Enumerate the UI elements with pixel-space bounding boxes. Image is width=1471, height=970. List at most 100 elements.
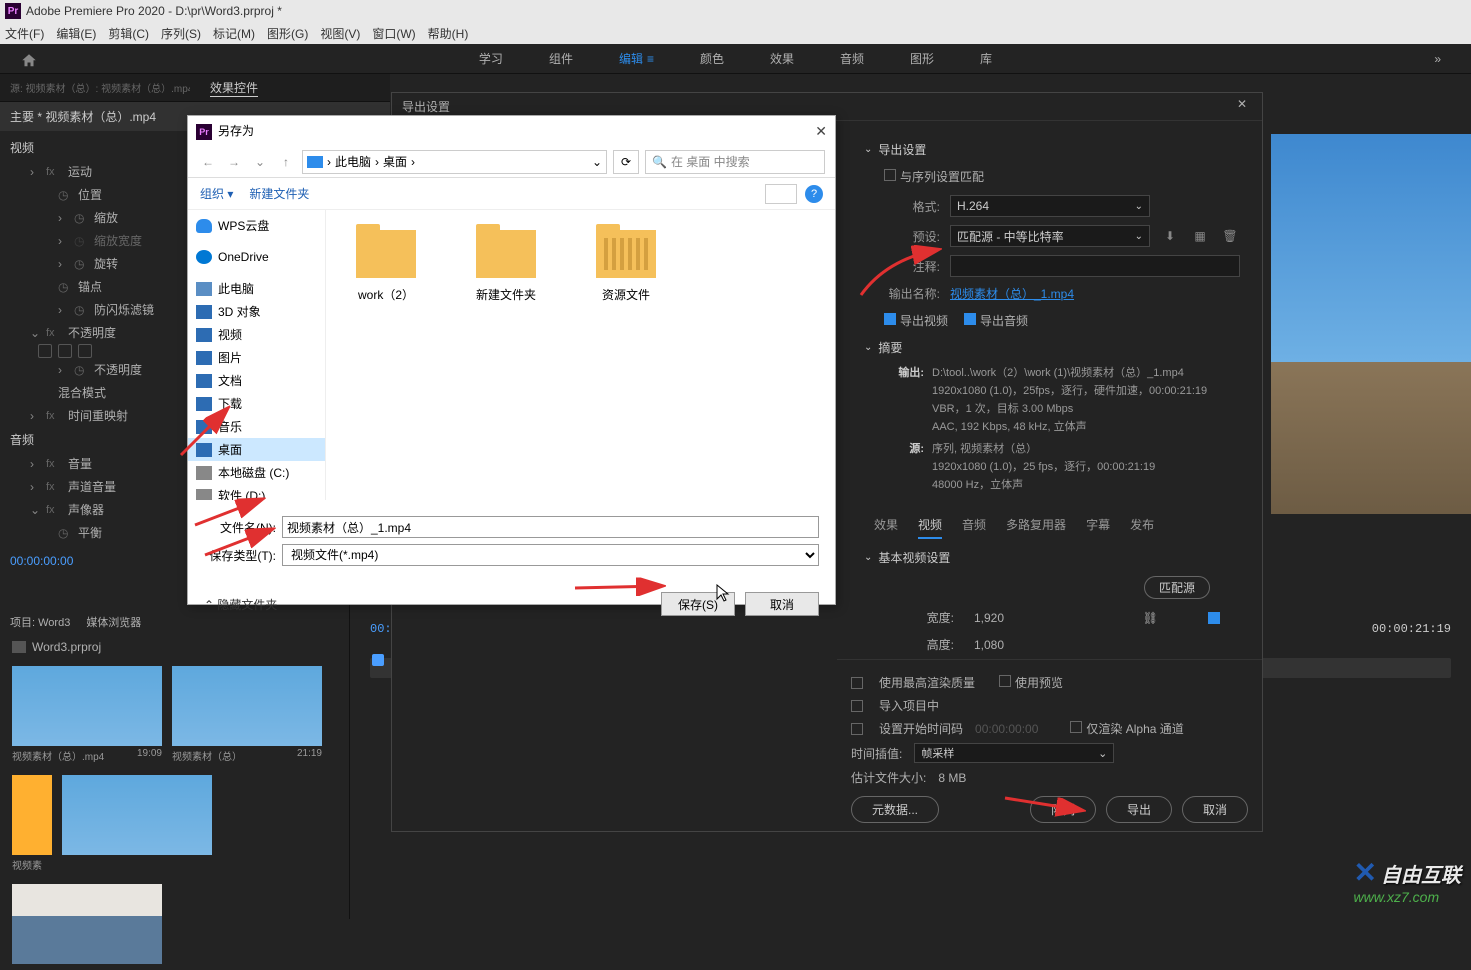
- effect-channel-volume[interactable]: 声道音量: [68, 478, 116, 495]
- effect-time-remap[interactable]: 时间重映射: [68, 407, 128, 424]
- tree-music[interactable]: 音乐: [188, 415, 325, 438]
- refresh-button[interactable]: ⟳: [613, 150, 639, 174]
- menu-window[interactable]: 窗口(W): [372, 25, 415, 42]
- media-browser-tab[interactable]: 媒体浏览器: [86, 614, 141, 630]
- clip-thumb-2[interactable]: 视频素: [12, 775, 52, 874]
- prop-antiflicker[interactable]: 防闪烁滤镜: [94, 301, 154, 318]
- max-render-checkbox[interactable]: [851, 677, 863, 689]
- filetype-select[interactable]: 视频文件(*.mp4): [282, 544, 819, 566]
- nav-up-icon[interactable]: ↑: [276, 152, 296, 172]
- export-audio-checkbox[interactable]: [964, 313, 976, 325]
- ws-tab-assembly[interactable]: 组件: [541, 50, 581, 67]
- output-name-link[interactable]: 视频素材（总）_1.mp4: [950, 285, 1074, 302]
- tree-downloads[interactable]: 下载: [188, 392, 325, 415]
- tree-pictures[interactable]: 图片: [188, 346, 325, 369]
- export-button[interactable]: 导出: [1106, 796, 1172, 823]
- comment-input[interactable]: [950, 255, 1240, 277]
- prop-scale-width[interactable]: 缩放宽度: [94, 232, 142, 249]
- export-tab-captions[interactable]: 字幕: [1086, 512, 1110, 539]
- prop-blend-mode[interactable]: 混合模式: [58, 384, 106, 401]
- nav-forward-icon[interactable]: →: [224, 152, 244, 172]
- export-video-checkbox[interactable]: [884, 313, 896, 325]
- view-button[interactable]: [765, 184, 797, 204]
- tree-videos[interactable]: 视频: [188, 323, 325, 346]
- render-alpha-checkbox[interactable]: [1070, 721, 1082, 733]
- effect-motion[interactable]: 运动: [68, 163, 92, 180]
- new-folder-button[interactable]: 新建文件夹: [249, 185, 309, 202]
- ws-tab-editing[interactable]: 编辑: [611, 50, 662, 67]
- link-icon[interactable]: ⛓: [1143, 611, 1158, 625]
- export-cancel-button[interactable]: 取消: [1182, 796, 1248, 823]
- menu-help[interactable]: 帮助(H): [428, 25, 469, 42]
- prop-balance[interactable]: 平衡: [78, 524, 102, 541]
- metadata-button[interactable]: 元数据...: [851, 796, 939, 823]
- tree-desktop[interactable]: 桌面: [188, 438, 325, 461]
- tree-drive-c[interactable]: 本地磁盘 (C:): [188, 461, 325, 484]
- mask-ellipse-icon[interactable]: [38, 344, 52, 358]
- folder-item-0[interactable]: work（2）: [346, 230, 426, 303]
- export-tab-multiplexer[interactable]: 多路复用器: [1006, 512, 1066, 539]
- match-sequence-checkbox[interactable]: [884, 169, 896, 181]
- tree-wps[interactable]: WPS云盘: [188, 214, 325, 237]
- clip-thumb-1[interactable]: 视频素材（总）21:19: [172, 666, 322, 765]
- help-button[interactable]: ?: [805, 185, 823, 203]
- clip-thumb-4[interactable]: [12, 884, 162, 964]
- import-project-checkbox[interactable]: [851, 700, 863, 712]
- clip-thumb-3[interactable]: [62, 775, 212, 874]
- time-interp-select[interactable]: 帧采样⌄: [914, 743, 1114, 763]
- filename-input[interactable]: [282, 516, 819, 538]
- playhead[interactable]: [372, 654, 384, 666]
- effect-opacity[interactable]: 不透明度: [68, 324, 116, 341]
- menu-graphics[interactable]: 图形(G): [267, 25, 308, 42]
- width-value[interactable]: 1,920: [974, 611, 1004, 625]
- search-input[interactable]: 🔍 在 桌面 中搜索: [645, 150, 825, 174]
- prop-anchor[interactable]: 锚点: [78, 278, 102, 295]
- breadcrumb-1[interactable]: 桌面: [383, 153, 407, 170]
- width-match-checkbox[interactable]: [1208, 612, 1220, 624]
- export-tab-effects[interactable]: 效果: [874, 512, 898, 539]
- preset-select[interactable]: 匹配源 - 中等比特率⌄: [950, 225, 1150, 247]
- save-cancel-button[interactable]: 取消: [745, 592, 819, 616]
- menu-clip[interactable]: 剪辑(C): [108, 25, 149, 42]
- ws-tab-audio[interactable]: 音频: [832, 50, 872, 67]
- folder-item-1[interactable]: 新建文件夹: [466, 230, 546, 303]
- ws-tab-color[interactable]: 颜色: [692, 50, 732, 67]
- export-tab-audio[interactable]: 音频: [962, 512, 986, 539]
- project-tab[interactable]: 项目: Word3: [10, 614, 70, 630]
- menu-view[interactable]: 视图(V): [320, 25, 360, 42]
- effect-volume[interactable]: 音量: [68, 455, 92, 472]
- mask-rect-icon[interactable]: [58, 344, 72, 358]
- preset-import-icon[interactable]: ⬇: [1160, 226, 1180, 246]
- tree-onedrive[interactable]: OneDrive: [188, 247, 325, 267]
- use-preview-checkbox[interactable]: [999, 675, 1011, 687]
- hide-folders-button[interactable]: ⌃ 隐藏文件夹: [204, 596, 277, 613]
- tree-3d[interactable]: 3D 对象: [188, 300, 325, 323]
- ws-tab-learn[interactable]: 学习: [471, 50, 511, 67]
- tree-drive-d[interactable]: 软件 (D:): [188, 484, 325, 500]
- ws-tab-libraries[interactable]: 库: [972, 50, 1000, 67]
- home-icon[interactable]: [18, 52, 40, 70]
- address-bar[interactable]: ›此电脑 ›桌面 › ⌄: [302, 150, 607, 174]
- mask-pen-icon[interactable]: [78, 344, 92, 358]
- file-list[interactable]: work（2） 新建文件夹 资源文件: [326, 210, 835, 500]
- match-source-button[interactable]: 匹配源: [1144, 576, 1210, 599]
- effect-controls-tab[interactable]: 效果控件: [210, 79, 258, 97]
- format-select[interactable]: H.264⌄: [950, 195, 1150, 217]
- export-tab-video[interactable]: 视频: [918, 512, 942, 539]
- tree-documents[interactable]: 文档: [188, 369, 325, 392]
- breadcrumb-0[interactable]: 此电脑: [335, 153, 371, 170]
- organize-button[interactable]: 组织 ▾: [200, 185, 233, 202]
- folder-item-2[interactable]: 资源文件: [586, 230, 666, 303]
- save-dialog-close-button[interactable]: ✕: [815, 123, 827, 140]
- preset-delete-icon[interactable]: 🗑: [1220, 226, 1240, 246]
- prop-rotation[interactable]: 旋转: [94, 255, 118, 272]
- prop-scale[interactable]: 缩放: [94, 209, 118, 226]
- prop-opacity[interactable]: 不透明度: [94, 361, 142, 378]
- effect-panner[interactable]: 声像器: [68, 501, 104, 518]
- export-close-button[interactable]: ✕: [1232, 97, 1252, 117]
- ws-tab-effects[interactable]: 效果: [762, 50, 802, 67]
- set-start-tc-checkbox[interactable]: [851, 723, 863, 735]
- export-tab-publish[interactable]: 发布: [1130, 512, 1154, 539]
- clip-thumb-0[interactable]: 视频素材（总）.mp419:09: [12, 666, 162, 765]
- ws-more-icon[interactable]: »: [1434, 52, 1441, 66]
